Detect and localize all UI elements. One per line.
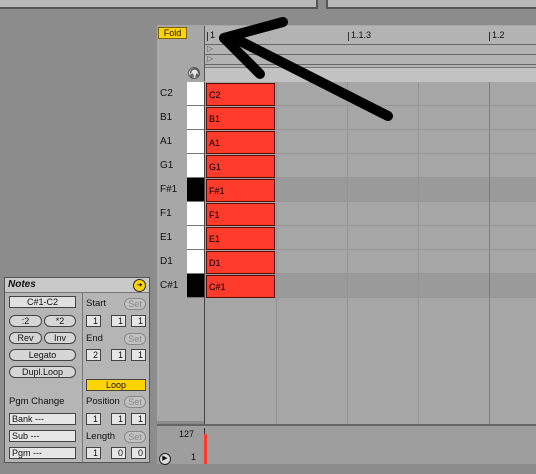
key-labels: C2 B1 A1 G1 F#1 F1 E1 D1 C#1: [157, 82, 187, 298]
invert-button[interactable]: Inv: [44, 332, 76, 344]
ruler-label-1-1-3: 1.1.3: [351, 30, 372, 40]
key-label: C2: [160, 88, 173, 99]
key-label: B1: [160, 112, 173, 123]
play-icon[interactable]: ▶: [159, 453, 171, 465]
top-panel-right: [326, 0, 536, 9]
key-label: F1: [160, 208, 172, 219]
key-label: G1: [160, 160, 174, 171]
length-bar-field[interactable]: 1: [86, 447, 101, 459]
length-label: Length: [86, 431, 116, 442]
pgm-field[interactable]: Pgm ---: [9, 447, 76, 459]
pgm-change-label: Pgm Change: [9, 396, 65, 407]
midi-note[interactable]: C2: [206, 83, 275, 106]
legato-button[interactable]: Legato: [9, 349, 76, 361]
loop-bar[interactable]: [205, 67, 536, 82]
headphone-icon[interactable]: 🎧: [188, 67, 200, 79]
midi-note[interactable]: F#1: [206, 179, 275, 202]
start-beat-field[interactable]: 1: [111, 315, 126, 327]
end-sixteenth-field[interactable]: 1: [131, 349, 146, 361]
position-sixteenth-field[interactable]: 1: [131, 413, 146, 425]
velocity-max-label: 127: [179, 429, 195, 439]
top-strip: [0, 0, 536, 14]
start-sixteenth-field[interactable]: 1: [131, 315, 146, 327]
piano-key-fsharp1[interactable]: [187, 178, 204, 202]
midi-note[interactable]: G1: [206, 155, 275, 178]
end-beat-field[interactable]: 1: [111, 349, 126, 361]
loop-start-marker-icon[interactable]: ▷: [207, 44, 213, 53]
position-bar-field[interactable]: 1: [86, 413, 101, 425]
start-bar-field[interactable]: 1: [86, 315, 101, 327]
length-beat-field[interactable]: 0: [111, 447, 126, 459]
midi-note[interactable]: D1: [206, 251, 275, 274]
duplicate-loop-button[interactable]: Dupl.Loop: [9, 366, 76, 378]
panel-divider: [82, 292, 83, 462]
notes-panel-title: Notes: [8, 279, 36, 290]
midi-note[interactable]: A1: [206, 131, 275, 154]
key-label: A1: [160, 136, 173, 147]
start-label: Start: [86, 298, 107, 309]
midi-note[interactable]: F1: [206, 203, 275, 226]
position-set-button[interactable]: Set: [124, 396, 146, 408]
top-panel-left: [0, 0, 318, 9]
length-set-button[interactable]: Set: [124, 431, 146, 443]
midi-note[interactable]: B1: [206, 107, 275, 130]
piano-key-a1[interactable]: [187, 130, 204, 154]
position-label: Position: [86, 396, 120, 407]
notes-panel-header: Notes ➜: [5, 278, 149, 293]
start-set-button[interactable]: Set: [124, 298, 146, 310]
end-bar-field[interactable]: 2: [86, 349, 101, 361]
notes-panel: Notes ➜ C#1-C2 :2 *2 Rev Inv Legato Dupl…: [4, 277, 150, 463]
piano-key-d1[interactable]: [187, 250, 204, 274]
velocity-bar[interactable]: [204, 434, 207, 464]
length-sixteenth-field[interactable]: 0: [131, 447, 146, 459]
ruler-label-1-2: 1.2: [492, 30, 505, 40]
midi-note[interactable]: C#1: [206, 275, 275, 298]
piano-key-csharp1[interactable]: [187, 274, 204, 298]
grid-line: [347, 82, 348, 424]
key-label: E1: [160, 232, 173, 243]
ruler-tick: [489, 32, 490, 41]
position-beat-field[interactable]: 1: [111, 413, 126, 425]
multiply-by-2-button[interactable]: *2: [44, 315, 76, 327]
end-label: End: [86, 333, 103, 344]
ruler-tick: [207, 32, 208, 41]
piano-key-f1[interactable]: [187, 202, 204, 226]
divide-by-2-button[interactable]: :2: [9, 315, 42, 327]
ruler-line: [205, 64, 536, 65]
piano-key-b1[interactable]: [187, 106, 204, 130]
ruler-line: [205, 54, 536, 55]
key-label: F#1: [160, 184, 178, 195]
velocity-min-label: 1: [191, 452, 197, 462]
grid-line: [418, 82, 419, 424]
piano-key-c2[interactable]: [187, 82, 204, 106]
key-label: D1: [160, 256, 173, 267]
arrow-right-icon[interactable]: ➜: [133, 279, 146, 292]
ruler-tick: [348, 32, 349, 41]
piano-keyboard[interactable]: [187, 82, 204, 298]
sub-field[interactable]: Sub ---: [9, 430, 76, 442]
key-label: C#1: [160, 280, 179, 291]
note-grid[interactable]: C2 B1 A1 G1 F#1 F1 E1 D1 C#1: [204, 82, 536, 424]
velocity-lane[interactable]: 127 1 ▶: [157, 424, 536, 465]
time-ruler[interactable]: 1 1.1.3 1.2 ▷ ▷: [204, 26, 536, 82]
reverse-button[interactable]: Rev: [9, 332, 42, 344]
fold-button[interactable]: Fold: [158, 27, 187, 39]
bank-field[interactable]: Bank ---: [9, 413, 76, 425]
grid-line: [276, 82, 277, 424]
grid-line: [489, 82, 490, 424]
piano-key-e1[interactable]: [187, 226, 204, 250]
piano-key-g1[interactable]: [187, 154, 204, 178]
key-range-display[interactable]: C#1-C2: [9, 296, 76, 308]
midi-note[interactable]: E1: [206, 227, 275, 250]
loop-button[interactable]: Loop: [86, 379, 146, 391]
ruler-line: [205, 44, 536, 45]
end-set-button[interactable]: Set: [124, 333, 146, 345]
start-marker-icon[interactable]: ▷: [207, 54, 213, 63]
ruler-label-1: 1: [210, 30, 216, 40]
